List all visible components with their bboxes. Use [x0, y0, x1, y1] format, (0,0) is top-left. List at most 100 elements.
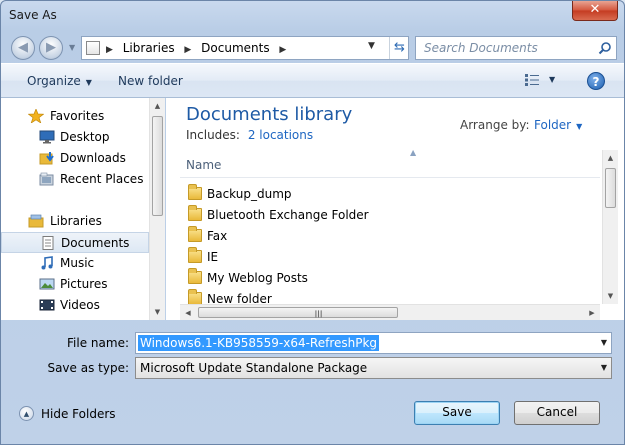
includes-label: Includes:: [186, 128, 240, 142]
sidebar-item-music[interactable]: Music: [1, 253, 149, 274]
save-as-type-row: Save as type: Microsoft Update Standalon…: [1, 357, 624, 381]
window-title: Save As: [9, 8, 57, 22]
scroll-left-icon[interactable]: ◀: [180, 305, 196, 321]
list-item-label: Bluetooth Exchange Folder: [207, 208, 369, 222]
sidebar-item-videos[interactable]: Videos: [1, 295, 149, 316]
sidebar-item-documents[interactable]: Documents: [1, 232, 149, 253]
close-icon: ✕: [589, 2, 601, 17]
search-placeholder: Search Documents: [424, 41, 538, 55]
address-dropdown-icon[interactable]: ▼: [368, 41, 375, 51]
file-name-row: File name: Windows6.1-KB958559-x64-Refre…: [1, 332, 624, 356]
recent-pages-dropdown-icon[interactable]: ▼: [69, 43, 75, 52]
title-bar[interactable]: Save As ✕: [1, 1, 624, 31]
close-button[interactable]: ✕: [572, 1, 618, 21]
name-column-header[interactable]: ▲ Name: [180, 148, 600, 178]
folder-icon: [188, 184, 202, 200]
library-location-icon: [86, 41, 100, 55]
sidebar-item-libraries[interactable]: Libraries: [1, 211, 149, 232]
file-list-vertical-scrollbar[interactable]: ▲ ▼: [602, 150, 618, 304]
arrange-by-dropdown[interactable]: Folder ▼: [534, 118, 582, 132]
locations-link[interactable]: 2 locations: [248, 128, 313, 142]
scrollbar-thumb[interactable]: [605, 168, 616, 208]
file-name-label: File name:: [67, 336, 129, 350]
arrange-by-value: Folder: [534, 118, 572, 132]
breadcrumb-separator-icon[interactable]: ▶: [106, 45, 113, 55]
scroll-down-icon[interactable]: ▼: [150, 304, 165, 320]
list-item[interactable]: Bluetooth Exchange Folder: [186, 205, 586, 226]
scroll-down-icon[interactable]: ▼: [603, 288, 618, 304]
list-item-label: IE: [207, 250, 219, 264]
sidebar-item-label: Videos: [60, 298, 100, 312]
pictures-icon: [39, 277, 55, 291]
save-as-type-select[interactable]: Microsoft Update Standalone Package ▼: [135, 357, 612, 379]
help-icon[interactable]: ?: [587, 72, 605, 90]
save-as-type-value: Microsoft Update Standalone Package: [140, 361, 368, 375]
back-button[interactable]: ◀: [11, 36, 35, 60]
new-folder-button[interactable]: New folder: [118, 74, 183, 88]
search-input[interactable]: Search Documents: [415, 36, 617, 60]
organize-label: Organize: [27, 74, 81, 88]
sidebar-item-desktop[interactable]: Desktop: [1, 127, 149, 148]
breadcrumb-separator-icon[interactable]: ▶: [184, 45, 191, 55]
sidebar-item-pictures[interactable]: Pictures: [1, 274, 149, 295]
sidebar-item-label: Libraries: [50, 214, 102, 228]
folder-icon: [188, 268, 202, 284]
cancel-button[interactable]: Cancel: [514, 401, 600, 425]
file-name-value[interactable]: Windows6.1-KB958559-x64-RefreshPkg: [138, 335, 380, 351]
list-item[interactable]: Fax: [186, 226, 586, 247]
arrange-by-label: Arrange by:: [460, 118, 530, 132]
address-bar-row: ◀ ▶ ▼ ▶ Libraries ▶ Documents ▶ ▼ ⇆ Sear…: [1, 31, 624, 63]
folder-icon: [188, 205, 202, 221]
music-icon: [39, 256, 55, 270]
refresh-icon: ⇆: [394, 40, 405, 55]
folder-icon: [188, 247, 202, 263]
sidebar-item-favorites[interactable]: Favorites: [1, 106, 149, 127]
scroll-right-icon[interactable]: ▶: [584, 305, 600, 321]
list-item-label: My Weblog Posts: [207, 271, 308, 285]
sidebar-item-label: Favorites: [50, 109, 105, 123]
list-item[interactable]: Backup_dump: [186, 184, 586, 205]
view-options-dropdown-icon[interactable]: ▼: [549, 75, 555, 84]
sort-ascending-icon: ▲: [410, 148, 417, 157]
sidebar-item-label: Desktop: [60, 130, 110, 144]
sidebar-item-label: Recent Places: [60, 172, 144, 186]
scrollbar-grip-icon: ┃┃┃: [314, 311, 323, 318]
search-icon[interactable]: [598, 41, 612, 55]
sidebar-item-downloads[interactable]: Downloads: [1, 148, 149, 169]
forward-button[interactable]: ▶: [39, 36, 63, 60]
save-button[interactable]: Save: [414, 401, 500, 425]
file-list-horizontal-scrollbar[interactable]: ◀ ┃┃┃ ▶: [180, 304, 600, 320]
command-toolbar: Organize ▼ New folder ▼ ?: [1, 63, 624, 98]
list-item[interactable]: My Weblog Posts: [186, 268, 586, 289]
sidebar-item-label: Downloads: [60, 151, 126, 165]
address-bar[interactable]: ▶ Libraries ▶ Documents ▶ ▼ ⇆: [81, 36, 409, 60]
chevron-down-icon: ▼: [576, 122, 583, 131]
collapse-up-icon: ▲: [19, 406, 34, 421]
breadcrumb-libraries[interactable]: Libraries: [123, 41, 175, 55]
scrollbar-thumb[interactable]: ┃┃┃: [198, 307, 398, 318]
nav-pane-scrollbar[interactable]: ▲ ▼: [149, 98, 165, 320]
list-item[interactable]: IE: [186, 247, 586, 268]
sidebar-item-recent-places[interactable]: Recent Places: [1, 169, 149, 190]
library-includes: Includes: 2 locations: [186, 128, 313, 142]
navigation-pane: Favorites Desktop Downloads Recent Places Li…: [1, 98, 165, 320]
breadcrumb-separator-icon[interactable]: ▶: [279, 45, 286, 55]
library-title: Documents library: [186, 104, 353, 125]
scrollbar-thumb[interactable]: [152, 116, 163, 216]
scroll-up-icon[interactable]: ▲: [150, 98, 165, 114]
sidebar-item-label: Pictures: [60, 277, 108, 291]
file-name-dropdown-icon[interactable]: ▼: [601, 338, 607, 347]
downloads-icon: [39, 151, 55, 165]
organize-button[interactable]: Organize ▼: [27, 74, 92, 88]
refresh-button[interactable]: ⇆: [389, 37, 409, 59]
chevron-down-icon[interactable]: ▼: [601, 363, 607, 372]
back-arrow-icon: ◀: [18, 40, 28, 55]
breadcrumb-documents[interactable]: Documents: [201, 41, 269, 55]
scroll-up-icon[interactable]: ▲: [603, 150, 618, 166]
file-name-field[interactable]: Windows6.1-KB958559-x64-RefreshPkg ▼: [135, 332, 612, 354]
desktop-icon: [39, 130, 55, 144]
sidebar-item-label: Music: [60, 256, 95, 270]
libraries-icon: [28, 214, 44, 228]
list-item-label: Fax: [207, 229, 228, 243]
change-view-icon[interactable]: [525, 74, 539, 86]
